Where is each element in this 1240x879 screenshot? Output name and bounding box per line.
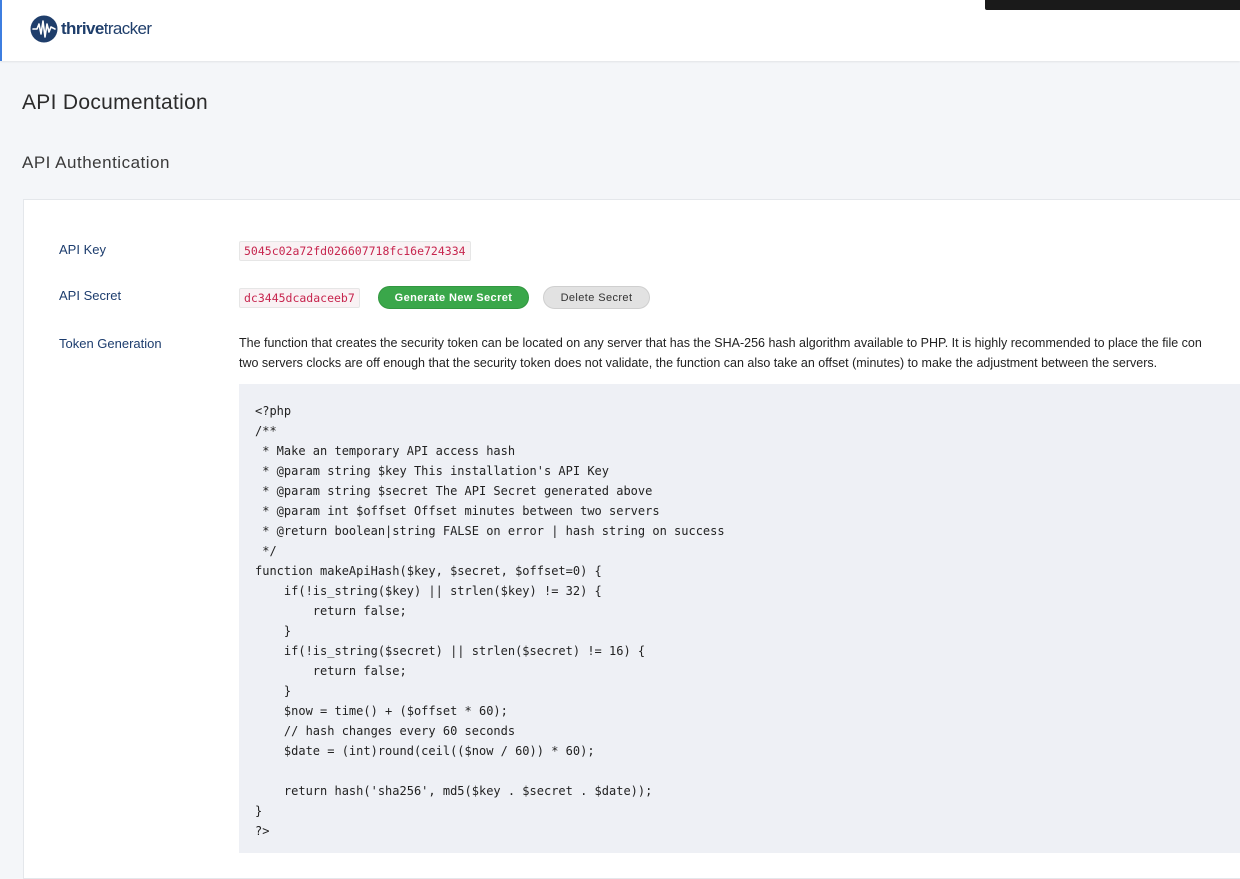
delete-secret-button[interactable]: Delete Secret <box>543 286 650 309</box>
token-generation-description: The function that creates the security t… <box>239 333 1240 373</box>
api-secret-label: API Secret <box>59 288 122 303</box>
pulse-logo-icon <box>30 15 58 43</box>
overlay-bar <box>985 0 1240 10</box>
thrivetracker-logo[interactable]: thrivetracker <box>30 15 152 43</box>
token-generation-label: Token Generation <box>59 336 162 351</box>
api-secret-value: dc3445dcadaceeb7 <box>239 288 360 308</box>
page-title: API Documentation <box>22 91 209 114</box>
description-line-2: two servers clocks are off enough that t… <box>239 356 1158 370</box>
description-line-1: The function that creates the security t… <box>239 336 1202 350</box>
logo-wordmark: thrivetracker <box>61 19 152 38</box>
api-key-label: API Key <box>59 242 106 257</box>
code-content: <?php /** * Make an temporary API access… <box>255 404 725 838</box>
api-key-value: 5045c02a72fd026607718fc16e724334 <box>239 241 471 261</box>
section-title: API Authentication <box>22 153 170 172</box>
php-code-block: <?php /** * Make an temporary API access… <box>239 384 1240 853</box>
generate-secret-button[interactable]: Generate New Secret <box>378 286 529 309</box>
